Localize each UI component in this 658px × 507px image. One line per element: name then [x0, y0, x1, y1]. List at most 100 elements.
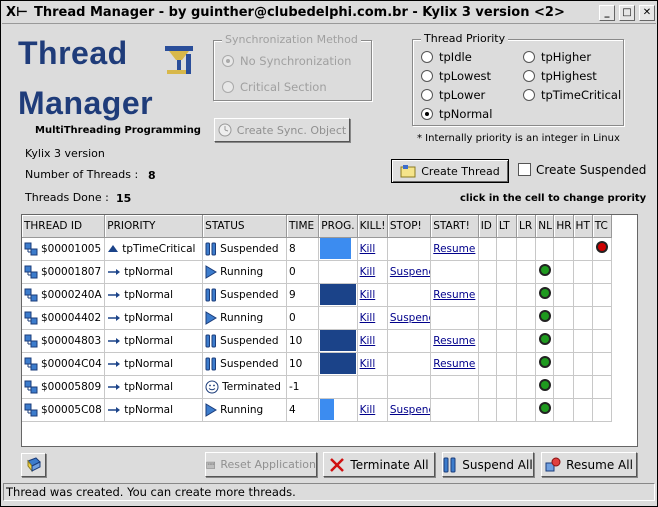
- column-header-ht[interactable]: HT: [573, 215, 593, 238]
- cell-start[interactable]: Resume: [430, 283, 479, 307]
- cell-priority[interactable]: tpNormal: [104, 329, 204, 353]
- cell-id[interactable]: [478, 398, 497, 422]
- minimize-button[interactable]: _: [599, 5, 615, 21]
- radio-critical-section[interactable]: Critical Section: [222, 80, 327, 94]
- cell-time[interactable]: 0: [286, 306, 320, 330]
- cell-ht[interactable]: [573, 237, 593, 261]
- cell-lt[interactable]: [496, 352, 518, 376]
- column-header-lt[interactable]: LT: [496, 215, 518, 238]
- cell-ht[interactable]: [573, 329, 593, 353]
- cell-lt[interactable]: [496, 329, 518, 353]
- cell-start[interactable]: [430, 306, 479, 330]
- cell-kill[interactable]: Kill: [357, 260, 388, 284]
- table-row[interactable]: $00001807 tpNormal Running 0 Kill Suspend: [22, 260, 613, 284]
- cell-status[interactable]: Suspended: [202, 352, 287, 376]
- cell-tc[interactable]: [592, 237, 613, 261]
- cell-id[interactable]: [478, 375, 497, 399]
- column-header-hr[interactable]: HR: [553, 215, 574, 238]
- cell-stop[interactable]: [387, 352, 432, 376]
- cell-time[interactable]: 10: [286, 329, 320, 353]
- table-row[interactable]: $0000240A tpNormal Suspended 9 Kill Resume: [22, 283, 613, 307]
- cell-thread-id[interactable]: $00001005: [22, 237, 106, 261]
- create-thread-button[interactable]: Create Thread: [391, 159, 509, 183]
- cell-stop[interactable]: [387, 329, 432, 353]
- suspend-all-button[interactable]: Suspend All: [442, 452, 534, 477]
- cell-nl[interactable]: [535, 375, 555, 399]
- radio-no-sync[interactable]: No Synchronization: [222, 54, 351, 68]
- cell-time[interactable]: 4: [286, 398, 320, 422]
- cell-hr[interactable]: [553, 352, 574, 376]
- kill-link[interactable]: Kill: [360, 312, 376, 324]
- radio-tphigher[interactable]: tpHigher: [523, 50, 591, 64]
- resume-link[interactable]: Resume: [433, 289, 475, 301]
- cell-status[interactable]: Suspended: [202, 237, 287, 261]
- cell-hr[interactable]: [553, 306, 574, 330]
- cell-ht[interactable]: [573, 352, 593, 376]
- cell-nl[interactable]: [535, 306, 555, 330]
- column-header-time[interactable]: TIME: [286, 215, 320, 238]
- cell-status[interactable]: Running: [202, 398, 287, 422]
- create-suspended-label[interactable]: Create Suspended: [536, 163, 646, 177]
- cell-time[interactable]: 9: [286, 283, 320, 307]
- cell-start[interactable]: [430, 260, 479, 284]
- cell-status[interactable]: Running: [202, 260, 287, 284]
- cell-ht[interactable]: [573, 398, 593, 422]
- cell-priority[interactable]: tpNormal: [104, 352, 204, 376]
- cell-thread-id[interactable]: $00005809: [22, 375, 106, 399]
- cell-lt[interactable]: [496, 283, 518, 307]
- window-menu-icon[interactable]: X⊢: [6, 5, 30, 21]
- cell-time[interactable]: 8: [286, 237, 320, 261]
- radio-tpidle[interactable]: tpIdle: [421, 50, 472, 64]
- kill-link[interactable]: Kill: [360, 358, 376, 370]
- cell-lr[interactable]: [516, 306, 537, 330]
- radio-tplower[interactable]: tpLower: [421, 88, 485, 102]
- cell-status[interactable]: Terminated: [202, 375, 287, 399]
- column-header-status[interactable]: STATUS: [202, 215, 287, 238]
- cell-nl[interactable]: [535, 352, 555, 376]
- cell-time[interactable]: 0: [286, 260, 320, 284]
- cell-tc[interactable]: [592, 306, 613, 330]
- cell-lr[interactable]: [516, 329, 537, 353]
- cell-lt[interactable]: [496, 375, 518, 399]
- cell-lt[interactable]: [496, 306, 518, 330]
- maximize-button[interactable]: □: [619, 5, 635, 21]
- cell-lt[interactable]: [496, 260, 518, 284]
- cell-ht[interactable]: [573, 375, 593, 399]
- column-header-tc[interactable]: TC: [592, 215, 613, 238]
- column-header-thread-id[interactable]: THREAD ID: [22, 215, 106, 238]
- cell-kill[interactable]: Kill: [357, 352, 388, 376]
- cell-priority[interactable]: tpNormal: [104, 260, 204, 284]
- cell-start[interactable]: Resume: [430, 352, 479, 376]
- radio-tplowest[interactable]: tpLowest: [421, 69, 491, 83]
- cell-kill[interactable]: Kill: [357, 398, 388, 422]
- suspend-link[interactable]: Suspend: [390, 266, 430, 278]
- cell-kill[interactable]: Kill: [357, 237, 388, 261]
- radio-tphighest[interactable]: tpHighest: [523, 69, 597, 83]
- cell-id[interactable]: [478, 306, 497, 330]
- cell-kill[interactable]: Kill: [357, 283, 388, 307]
- cell-hr[interactable]: [553, 375, 574, 399]
- column-header-prog[interactable]: PROG.: [318, 215, 358, 238]
- resume-link[interactable]: Resume: [433, 243, 475, 255]
- cell-priority[interactable]: tpNormal: [104, 398, 204, 422]
- kill-link[interactable]: Kill: [360, 404, 376, 416]
- cell-id[interactable]: [478, 260, 497, 284]
- table-row[interactable]: $00004803 tpNormal Suspended 10 Kill Resume: [22, 329, 613, 353]
- cell-priority[interactable]: tpNormal: [104, 375, 204, 399]
- resume-link[interactable]: Resume: [433, 335, 475, 347]
- cell-lt[interactable]: [496, 237, 518, 261]
- cell-thread-id[interactable]: $00005C08: [22, 398, 106, 422]
- terminate-all-button[interactable]: Terminate All: [323, 452, 435, 477]
- cell-status[interactable]: Running: [202, 306, 287, 330]
- resume-link[interactable]: Resume: [433, 358, 475, 370]
- cell-priority[interactable]: tpNormal: [104, 306, 204, 330]
- threads-grid[interactable]: THREAD ID PRIORITY STATUS TIME PROG. KILL! STO…: [21, 214, 638, 447]
- cell-start[interactable]: [430, 398, 479, 422]
- column-header-priority[interactable]: PRIORITY: [104, 215, 204, 238]
- cell-ht[interactable]: [573, 306, 593, 330]
- cell-thread-id[interactable]: $00004C04: [22, 352, 106, 376]
- table-row[interactable]: $00005C08 tpNormal Running 4 Kill Suspend: [22, 398, 613, 422]
- kill-link[interactable]: Kill: [360, 289, 376, 301]
- cell-nl[interactable]: [535, 283, 555, 307]
- create-suspended-checkbox[interactable]: [518, 163, 531, 176]
